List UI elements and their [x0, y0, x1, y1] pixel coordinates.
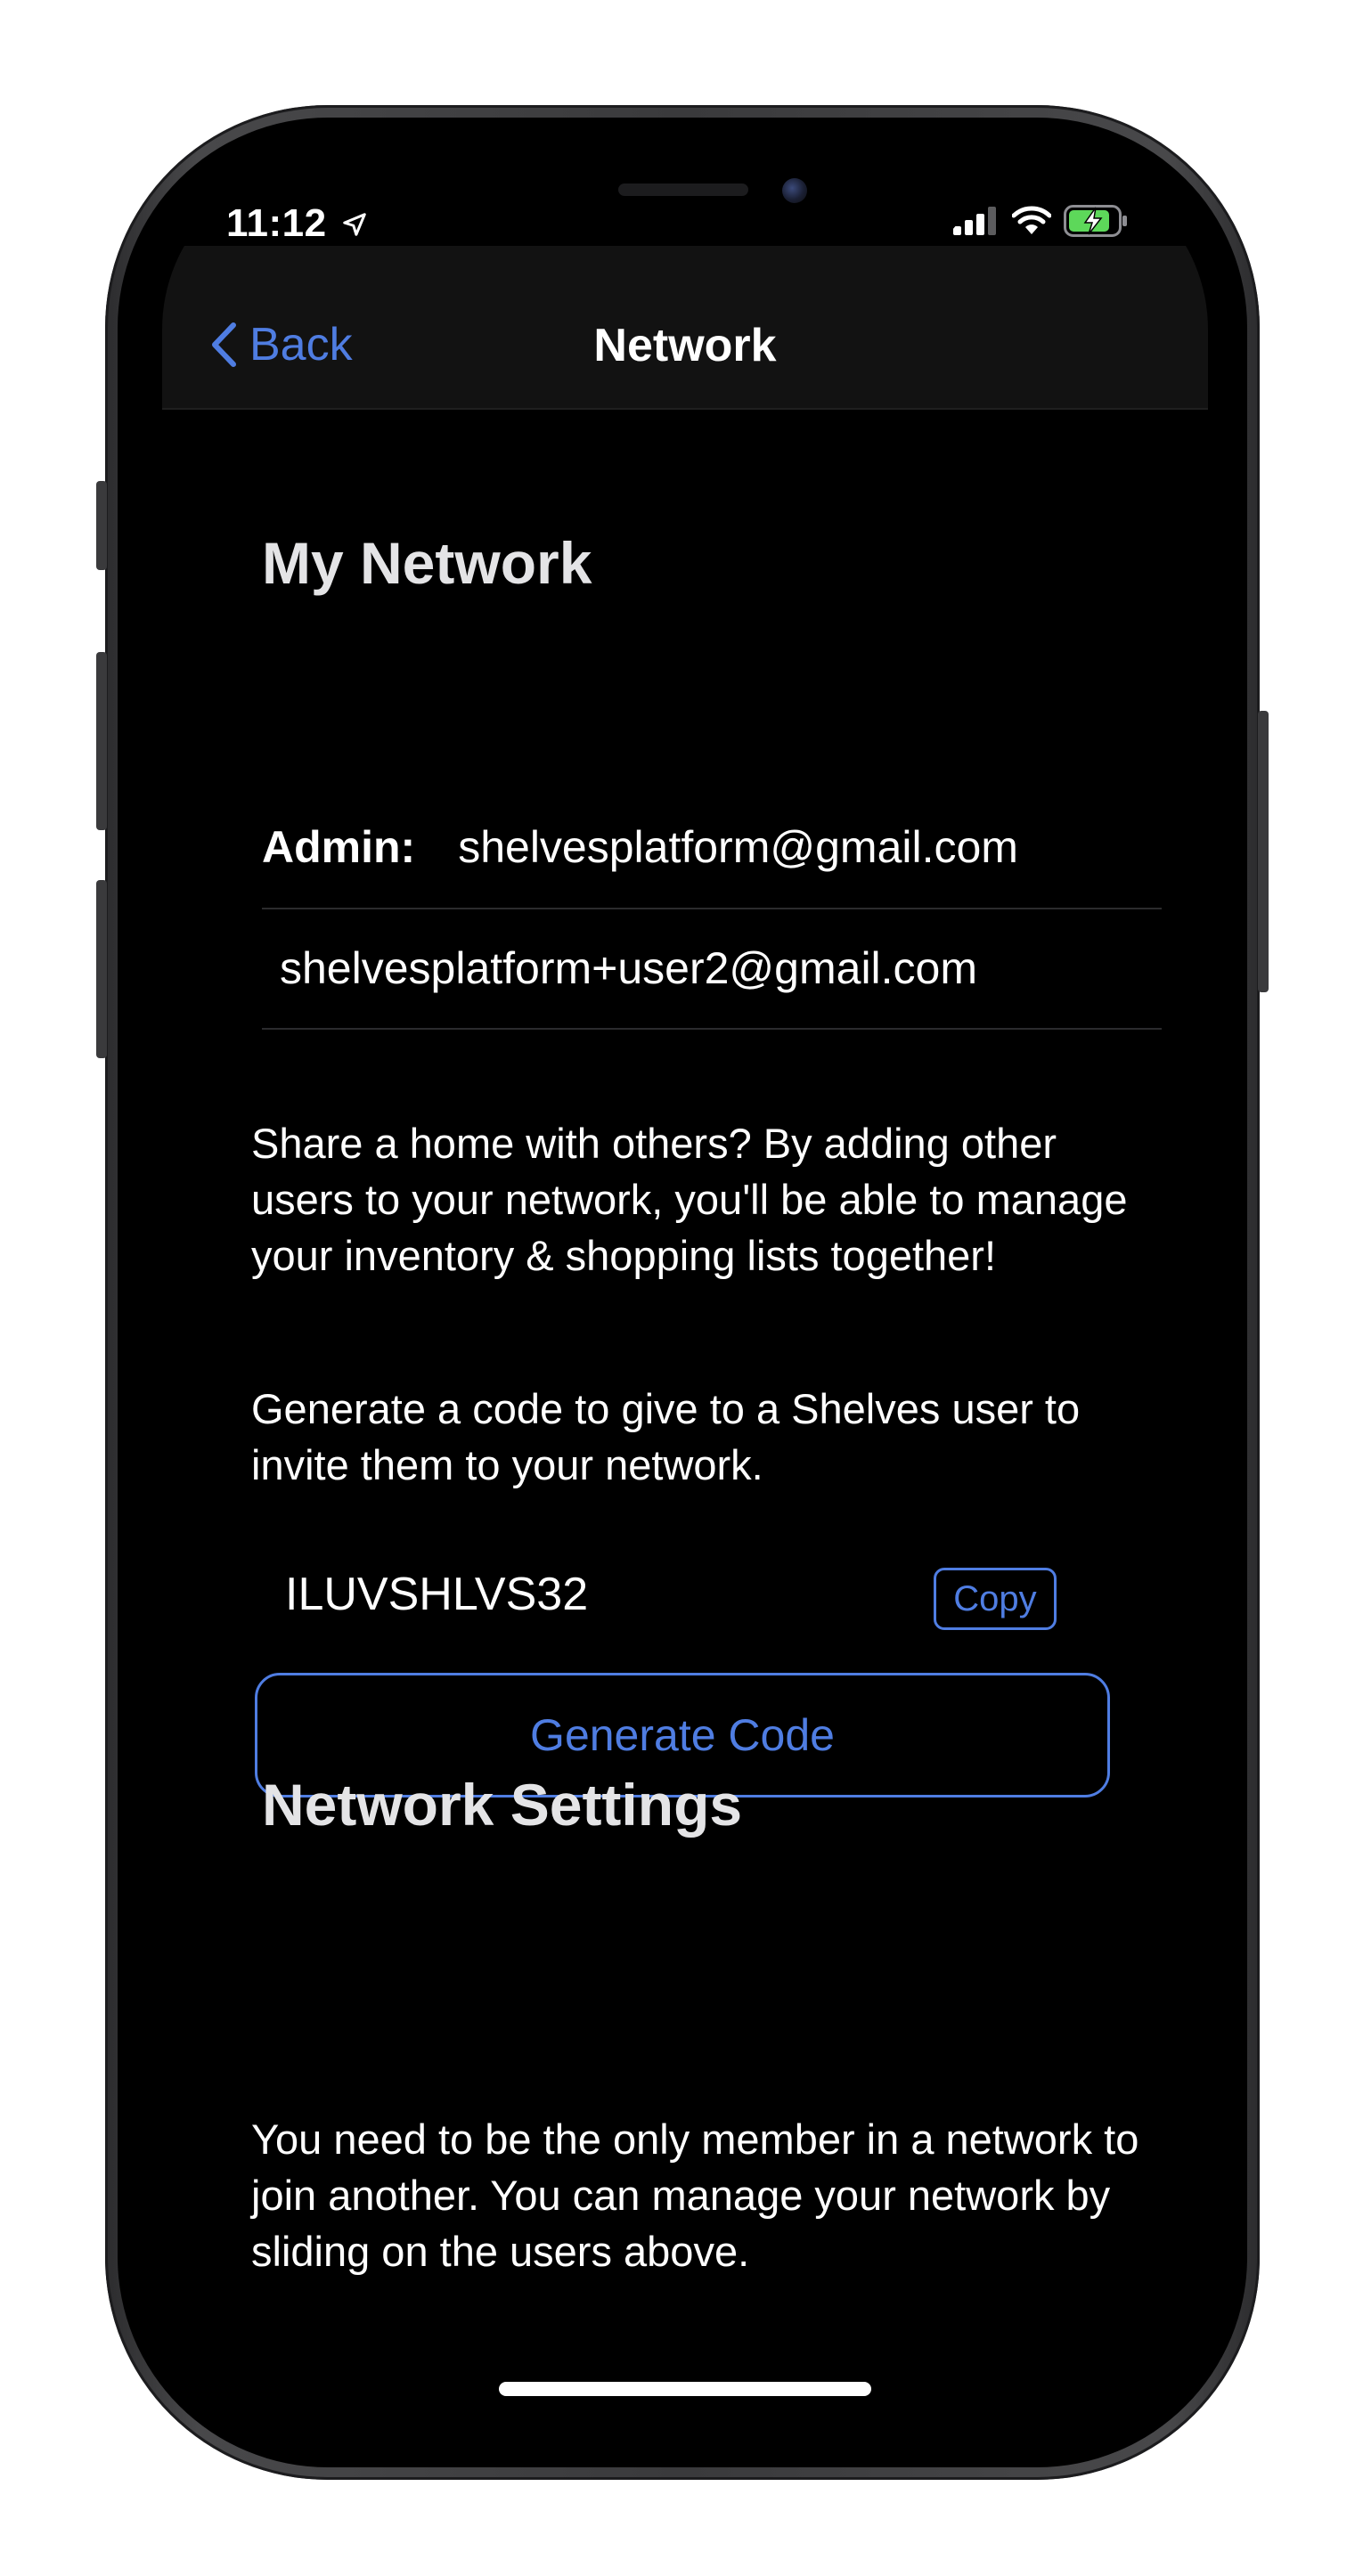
status-bar-time: 11:12	[226, 201, 368, 246]
member-row[interactable]: shelvesplatform+user2@gmail.com	[262, 909, 1162, 1030]
power-button	[1258, 711, 1269, 992]
network-settings-heading: Network Settings	[262, 1772, 743, 1838]
status-bar-indicators	[953, 205, 1130, 237]
location-arrow-icon	[343, 213, 367, 236]
app-screen: 11:12 Back Network My Network Admin: she…	[162, 160, 1208, 2432]
member-email: shelvesplatform+user2@gmail.com	[280, 943, 978, 993]
admin-member-row[interactable]: Admin: shelvesplatform@gmail.com	[262, 787, 1162, 909]
copy-button[interactable]: Copy	[934, 1568, 1057, 1630]
generate-description: Generate a code to give to a Shelves use…	[251, 1385, 1081, 1488]
notch	[403, 160, 967, 246]
my-network-heading: My Network	[262, 530, 592, 596]
volume-down-button	[96, 880, 107, 1058]
page-title: Network	[593, 320, 777, 371]
front-camera	[782, 178, 807, 203]
earpiece-speaker	[618, 183, 748, 196]
volume-up-button	[96, 652, 107, 830]
battery-charging-icon	[1064, 205, 1127, 237]
network-settings-description: You need to be the only member in a netw…	[251, 2115, 1139, 2275]
invite-code: ILUVSHLVS32	[285, 1569, 589, 1620]
mute-switch	[96, 481, 107, 570]
share-description: Share a home with others? By adding othe…	[251, 1120, 1128, 1279]
admin-label: Admin:	[262, 822, 416, 872]
admin-email: shelvesplatform@gmail.com	[458, 822, 1018, 872]
wifi-icon	[1012, 206, 1051, 234]
home-indicator[interactable]	[499, 2382, 871, 2396]
